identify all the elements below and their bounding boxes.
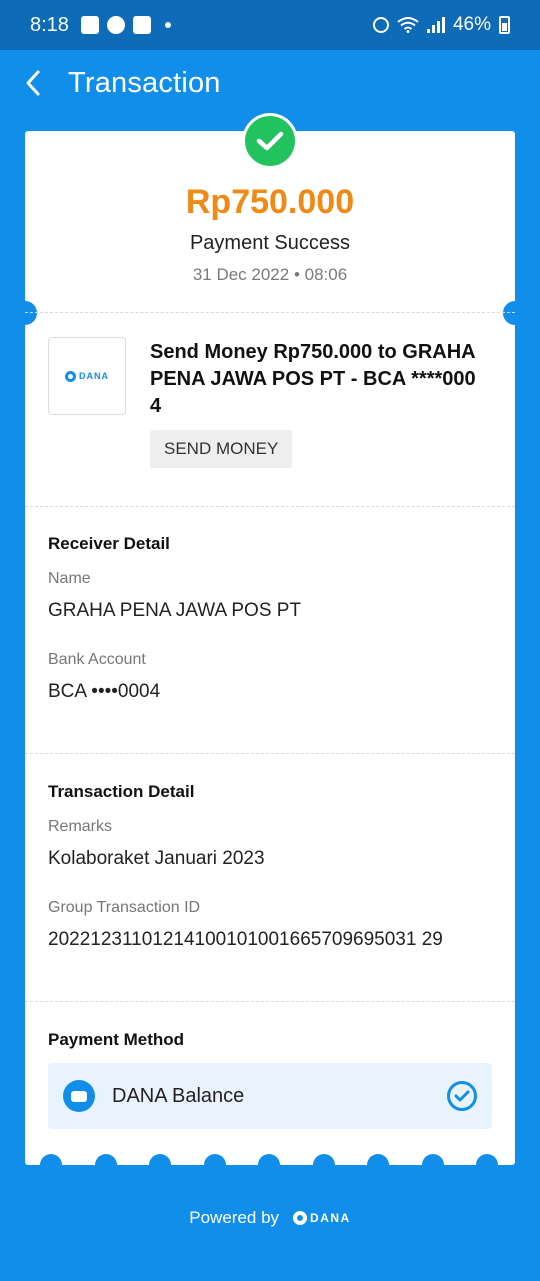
divider — [25, 506, 515, 507]
payment-method-row: DANA Balance — [48, 1063, 492, 1129]
payment-status: Payment Success — [189, 232, 351, 254]
signal-icon — [426, 17, 445, 33]
remarks-value: Kolaboraket Januari 2023 — [48, 848, 265, 869]
card-notch-right — [503, 301, 527, 325]
battery-percent: 46% — [452, 14, 491, 35]
back-arrow-icon — [26, 70, 40, 96]
battery-icon — [499, 16, 510, 34]
status-bar-left: 8:18 — [30, 14, 171, 37]
page-title: Transaction — [68, 66, 221, 99]
receipt-card: Rp750.000 Payment Success 31 Dec 2022 • … — [13, 113, 527, 1165]
status-time: 8:18 — [30, 13, 69, 36]
group-transaction-id-value[interactable]: 20221231101214100101001665709695031 29 — [48, 929, 443, 951]
card-scallop — [40, 1154, 62, 1176]
dana-notification-icon — [106, 16, 125, 34]
card-scallop — [313, 1154, 335, 1176]
receiver-section-title: Receiver Detail — [48, 534, 170, 553]
shop-notification-icon — [132, 16, 151, 34]
transaction-type-tag: SEND MONEY — [150, 430, 293, 468]
payment-method-section-title: Payment Method — [48, 1030, 185, 1049]
divider — [25, 1001, 515, 1002]
transaction-amount: Rp750.000 — [185, 183, 355, 221]
card-notch-left — [13, 301, 37, 325]
card-scallop — [422, 1154, 444, 1176]
success-badge — [242, 113, 298, 169]
card-scallop — [149, 1154, 171, 1176]
alarm-icon — [372, 17, 389, 33]
selected-check-icon — [447, 1081, 477, 1111]
payment-method-label: DANA Balance — [112, 1084, 245, 1107]
status-bar-right: 46% — [372, 14, 510, 36]
transaction-title: Send Money Rp750.000 to GRAHA PENA JAWA … — [150, 341, 476, 417]
wifi-icon — [397, 17, 419, 33]
remarks-label: Remarks — [48, 818, 113, 835]
checkmark-icon — [256, 131, 284, 151]
app-bar: Transaction — [0, 50, 540, 116]
bank-account-label: Bank Account — [48, 651, 146, 668]
more-notifications-icon — [164, 22, 171, 28]
card-scallop — [204, 1154, 226, 1176]
receiver-name-value: GRAHA PENA JAWA POS PT — [48, 600, 302, 621]
dana-footer-logo-icon: DANA — [293, 1211, 351, 1225]
merchant-logo: DANA — [48, 337, 126, 415]
powered-by-text: Powered by — [189, 1208, 280, 1227]
divider — [25, 753, 515, 754]
footer: Powered by DANA — [0, 1208, 540, 1228]
transaction-datetime: 31 Dec 2022 • 08:06 — [192, 265, 348, 284]
divider — [25, 312, 515, 313]
success-circle — [245, 116, 295, 166]
gallery-notification-icon — [80, 16, 99, 34]
card-scallop — [367, 1154, 389, 1176]
card-scallop — [95, 1154, 117, 1176]
status-bar: 8:18 46% — [0, 0, 540, 50]
receiver-name-label: Name — [48, 570, 91, 587]
dana-logo-icon: DANA — [65, 370, 109, 382]
transaction-detail-section-title: Transaction Detail — [48, 782, 195, 801]
bank-account-value: BCA ••••0004 — [48, 681, 161, 702]
card-scallop — [476, 1154, 498, 1176]
group-transaction-id-label: Group Transaction ID — [48, 899, 201, 916]
wallet-icon — [63, 1080, 95, 1112]
card-scallop — [258, 1154, 280, 1176]
back-button[interactable] — [18, 68, 48, 98]
